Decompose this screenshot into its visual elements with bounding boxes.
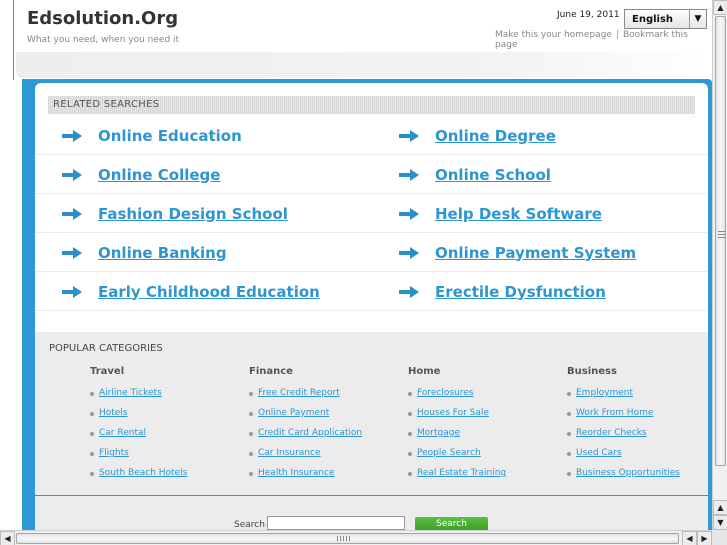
related-item[interactable]: Online School bbox=[399, 155, 551, 194]
related-searches-heading: RELATED SEARCHES bbox=[48, 96, 695, 114]
popular-categories-heading: POPULAR CATEGORIES bbox=[49, 343, 163, 354]
related-link[interactable]: Online School bbox=[435, 166, 551, 184]
popular-categories: POPULAR CATEGORIES Travel Airline Ticket… bbox=[35, 332, 708, 531]
related-link[interactable]: Help Desk Software bbox=[435, 205, 602, 223]
related-item[interactable]: Erectile Dysfunction bbox=[399, 272, 606, 311]
category-title: Travel bbox=[90, 366, 125, 377]
related-item[interactable]: Online Education bbox=[62, 116, 242, 155]
category-link[interactable]: Airline Tickets bbox=[90, 388, 245, 408]
site-header: Edsolution.Org What you need, when you n… bbox=[0, 0, 712, 90]
category-link[interactable]: Health Insurance bbox=[249, 468, 404, 488]
arrow-right-icon bbox=[62, 207, 84, 220]
category-link[interactable]: Employment bbox=[567, 388, 708, 408]
related-row: Online College Online School bbox=[35, 155, 708, 194]
header-link-separator: | bbox=[615, 30, 619, 40]
related-item[interactable]: Fashion Design School bbox=[62, 194, 288, 233]
related-item[interactable]: Online College bbox=[62, 155, 220, 194]
grip-icon bbox=[718, 231, 725, 239]
category-column-business: Business Employment Work From Home Reord… bbox=[567, 366, 708, 488]
scroll-right-button[interactable]: ▶ bbox=[697, 531, 712, 545]
chevron-down-icon[interactable]: ▼ bbox=[689, 10, 706, 28]
scroll-left-button[interactable]: ◀ bbox=[0, 531, 15, 545]
category-link[interactable]: Used Cars bbox=[567, 448, 708, 468]
horizontal-scroll-thumb[interactable] bbox=[16, 533, 679, 544]
related-row: Online Education Online Degree bbox=[35, 116, 708, 155]
category-link[interactable]: People Search bbox=[408, 448, 563, 468]
grip-icon bbox=[337, 536, 351, 541]
category-link[interactable]: Credit Card Application bbox=[249, 428, 404, 448]
scroll-up-button[interactable]: ▲ bbox=[713, 0, 727, 15]
main-content: RELATED SEARCHES Online Education Online… bbox=[35, 83, 708, 531]
category-link[interactable]: Houses For Sale bbox=[408, 408, 563, 428]
search-button[interactable]: Search bbox=[415, 517, 488, 531]
arrow-right-icon bbox=[62, 285, 84, 298]
related-item[interactable]: Help Desk Software bbox=[399, 194, 602, 233]
category-title: Business bbox=[567, 366, 617, 377]
related-link[interactable]: Early Childhood Education bbox=[98, 283, 320, 301]
related-row: Early Childhood Education Erectile Dysfu… bbox=[35, 272, 708, 311]
category-link[interactable]: Work From Home bbox=[567, 408, 708, 428]
site-tagline: What you need, when you need it bbox=[27, 35, 180, 45]
vertical-scrollbar[interactable]: ▲ ▲ ▼ bbox=[712, 0, 727, 530]
category-link[interactable]: Foreclosures bbox=[408, 388, 563, 408]
category-column-travel: Travel Airline Tickets Hotels Car Rental… bbox=[90, 366, 245, 488]
category-link[interactable]: Reorder Checks bbox=[567, 428, 708, 448]
search-input[interactable] bbox=[267, 516, 405, 530]
related-link[interactable]: Online Banking bbox=[98, 244, 227, 262]
category-link[interactable]: Free Credit Report bbox=[249, 388, 404, 408]
arrow-right-icon bbox=[399, 246, 421, 259]
related-link[interactable]: Erectile Dysfunction bbox=[435, 283, 606, 301]
related-link[interactable]: Fashion Design School bbox=[98, 205, 288, 223]
related-item[interactable]: Online Payment System bbox=[399, 233, 636, 272]
category-link[interactable]: Flights bbox=[90, 448, 245, 468]
arrow-right-icon bbox=[62, 168, 84, 181]
category-link[interactable]: Car Rental bbox=[90, 428, 245, 448]
vertical-scroll-thumb[interactable] bbox=[715, 16, 726, 466]
current-date: June 19, 2011 bbox=[557, 10, 620, 20]
related-row: Online Banking Online Payment System bbox=[35, 233, 708, 272]
scroll-left-button-right[interactable]: ◀ bbox=[682, 531, 697, 545]
language-select[interactable]: English ▼ bbox=[624, 9, 707, 29]
search-label: Search bbox=[234, 520, 265, 530]
category-link[interactable]: Mortgage bbox=[408, 428, 563, 448]
category-column-home: Home Foreclosures Houses For Sale Mortga… bbox=[408, 366, 563, 488]
arrow-right-icon bbox=[399, 285, 421, 298]
related-link[interactable]: Online Education bbox=[98, 127, 242, 145]
related-link[interactable]: Online Degree bbox=[435, 127, 556, 145]
scroll-up-button-lower[interactable]: ▲ bbox=[713, 500, 727, 515]
related-item[interactable]: Early Childhood Education bbox=[62, 272, 320, 311]
arrow-right-icon bbox=[399, 168, 421, 181]
category-title: Finance bbox=[249, 366, 293, 377]
category-link[interactable]: Hotels bbox=[90, 408, 245, 428]
category-link[interactable]: South Beach Hotels bbox=[90, 468, 245, 488]
related-row: Fashion Design School Help Desk Software bbox=[35, 194, 708, 233]
category-link[interactable]: Online Payment bbox=[249, 408, 404, 428]
arrow-right-icon bbox=[62, 129, 84, 142]
horizontal-scrollbar[interactable]: ◀ ◀ ▶ bbox=[0, 530, 712, 545]
category-column-finance: Finance Free Credit Report Online Paymen… bbox=[249, 366, 404, 488]
section-divider bbox=[35, 495, 708, 496]
arrow-right-icon bbox=[399, 207, 421, 220]
category-title: Home bbox=[408, 366, 441, 377]
category-link[interactable]: Car Insurance bbox=[249, 448, 404, 468]
related-link[interactable]: Online Payment System bbox=[435, 244, 636, 262]
language-select-value: English bbox=[632, 14, 674, 25]
arrow-right-icon bbox=[399, 129, 421, 142]
category-link[interactable]: Real Estate Training bbox=[408, 468, 563, 488]
arrow-right-icon bbox=[62, 246, 84, 259]
make-homepage-link[interactable]: Make this your homepage bbox=[495, 30, 612, 40]
header-left-border bbox=[0, 0, 14, 80]
header-swoosh bbox=[16, 52, 712, 78]
site-title[interactable]: Edsolution.Org bbox=[27, 8, 178, 29]
header-links: Make this your homepage | Bookmark this pa… bbox=[495, 30, 712, 50]
related-link[interactable]: Online College bbox=[98, 166, 220, 184]
scroll-down-button[interactable]: ▼ bbox=[713, 515, 727, 530]
category-link[interactable]: Business Opportunities bbox=[567, 468, 708, 488]
related-item[interactable]: Online Banking bbox=[62, 233, 227, 272]
related-item[interactable]: Online Degree bbox=[399, 116, 556, 155]
scrollbar-corner bbox=[712, 530, 727, 545]
